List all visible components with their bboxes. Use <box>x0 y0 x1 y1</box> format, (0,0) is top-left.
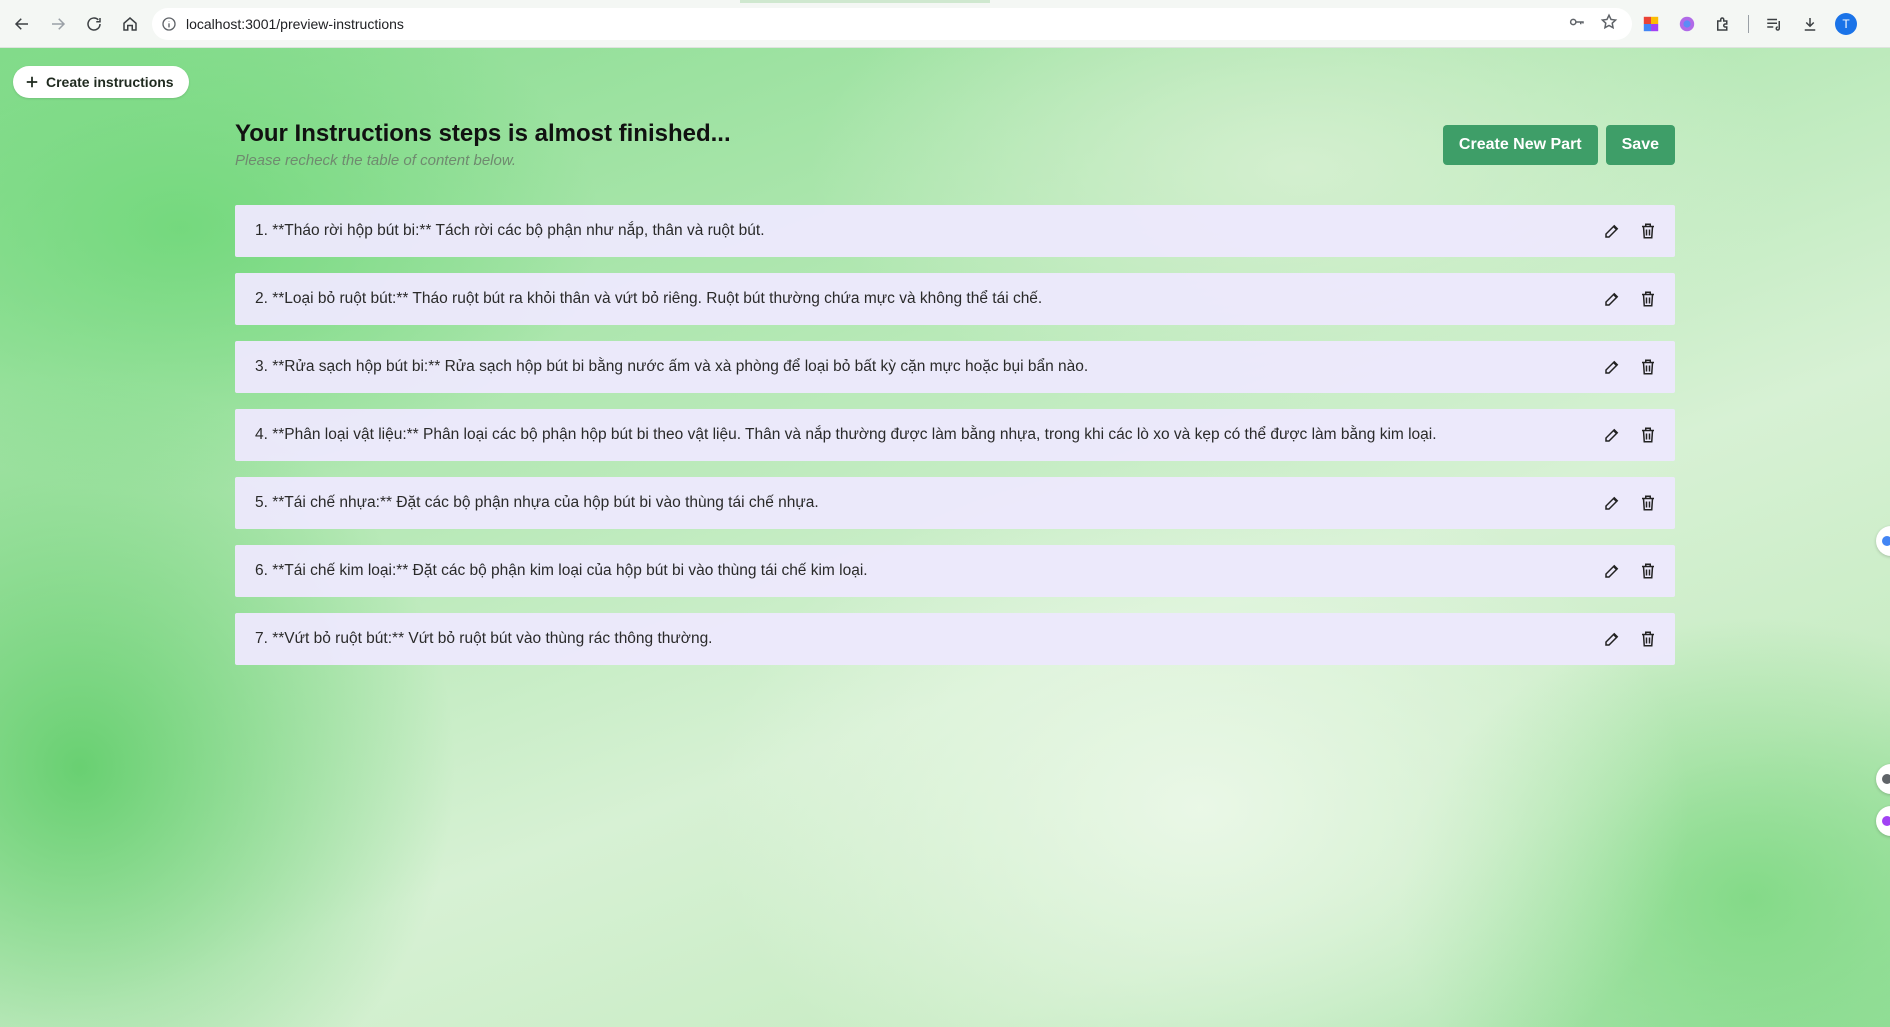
list-item: 2. **Loại bỏ ruột bút:** Tháo ruột bút r… <box>235 273 1675 325</box>
list-item: 1. **Tháo rời hộp bút bi:** Tách rời các… <box>235 205 1675 257</box>
home-icon <box>123 16 137 31</box>
download-icon[interactable] <box>1799 13 1821 35</box>
ai-extension-icon[interactable] <box>1676 13 1698 35</box>
steps-list: 1. **Tháo rời hộp bút bi:** Tách rời các… <box>235 205 1675 665</box>
password-key-icon[interactable] <box>1568 13 1586 36</box>
browser-toolbar: localhost:3001/preview-instructions T <box>0 0 1890 48</box>
side-widget-icon <box>1882 536 1890 546</box>
step-text: 1. **Tháo rời hộp bút bi:** Tách rời các… <box>255 222 765 239</box>
step-text: 5. **Tái chế nhựa:** Đặt các bộ phận nhự… <box>255 494 819 511</box>
reload-icon <box>87 16 101 31</box>
create-instructions-label: Create instructions <box>46 74 174 90</box>
reload-button[interactable] <box>76 6 112 42</box>
main-content: Your Instructions steps is almost finish… <box>235 120 1675 681</box>
trash-icon[interactable] <box>1637 424 1659 446</box>
header-actions: Create New Part Save <box>1442 125 1675 165</box>
color-extension-icon[interactable] <box>1640 13 1662 35</box>
side-widget-button[interactable] <box>1876 526 1890 556</box>
puzzle-extensions-icon[interactable] <box>1712 13 1734 35</box>
create-instructions-button[interactable]: Create instructions <box>13 66 189 98</box>
address-bar[interactable]: localhost:3001/preview-instructions <box>152 8 1632 40</box>
step-text: 4. **Phân loại vật liệu:** Phân loại các… <box>255 426 1437 443</box>
side-widget-button[interactable] <box>1876 764 1890 794</box>
plus-icon <box>26 76 38 88</box>
edit-icon[interactable] <box>1601 220 1623 242</box>
edit-icon[interactable] <box>1601 356 1623 378</box>
trash-icon[interactable] <box>1637 288 1659 310</box>
url-text[interactable]: localhost:3001/preview-instructions <box>186 16 404 32</box>
step-text: 2. **Loại bỏ ruột bút:** Tháo ruột bút r… <box>255 290 1043 307</box>
trash-icon[interactable] <box>1637 356 1659 378</box>
forward-button[interactable] <box>40 6 76 42</box>
active-tab-indicator <box>740 0 990 3</box>
list-item: 3. **Rửa sạch hộp bút bi:** Rửa sạch hộp… <box>235 341 1675 393</box>
edit-icon[interactable] <box>1601 628 1623 650</box>
trash-icon[interactable] <box>1637 220 1659 242</box>
edit-icon[interactable] <box>1601 560 1623 582</box>
trash-icon[interactable] <box>1637 492 1659 514</box>
side-widget-button[interactable] <box>1876 806 1890 836</box>
step-text: 7. **Vứt bỏ ruột bút:** Vứt bỏ ruột bút … <box>255 630 713 647</box>
arrow-right-icon <box>52 17 66 30</box>
edit-icon[interactable] <box>1601 288 1623 310</box>
arrow-left-icon <box>14 17 28 30</box>
create-new-part-button[interactable]: Create New Part <box>1442 125 1598 165</box>
media-queue-icon[interactable] <box>1763 13 1785 35</box>
trash-icon[interactable] <box>1637 560 1659 582</box>
list-item: 6. **Tái chế kim loại:** Đặt các bộ phận… <box>235 545 1675 597</box>
list-item: 4. **Phân loại vật liệu:** Phân loại các… <box>235 409 1675 461</box>
side-widget-icon <box>1882 774 1890 784</box>
list-item: 7. **Vứt bỏ ruột bút:** Vứt bỏ ruột bút … <box>235 613 1675 665</box>
edit-icon[interactable] <box>1601 492 1623 514</box>
page-background: Create instructions Your Instructions st… <box>0 48 1890 1027</box>
profile-avatar[interactable]: T <box>1835 13 1857 35</box>
step-text: 6. **Tái chế kim loại:** Đặt các bộ phận… <box>255 562 868 579</box>
side-widget-icon <box>1882 816 1890 826</box>
save-button[interactable]: Save <box>1605 125 1675 165</box>
list-item: 5. **Tái chế nhựa:** Đặt các bộ phận nhự… <box>235 477 1675 529</box>
trash-icon[interactable] <box>1637 628 1659 650</box>
site-info-icon[interactable] <box>152 16 186 32</box>
step-text: 3. **Rửa sạch hộp bút bi:** Rửa sạch hộp… <box>255 358 1089 375</box>
edit-icon[interactable] <box>1601 424 1623 446</box>
extensions-area: T <box>1640 8 1857 40</box>
toolbar-divider <box>1748 15 1749 33</box>
bookmark-star-icon[interactable] <box>1600 13 1618 36</box>
back-button[interactable] <box>4 6 40 42</box>
home-button[interactable] <box>112 6 148 42</box>
